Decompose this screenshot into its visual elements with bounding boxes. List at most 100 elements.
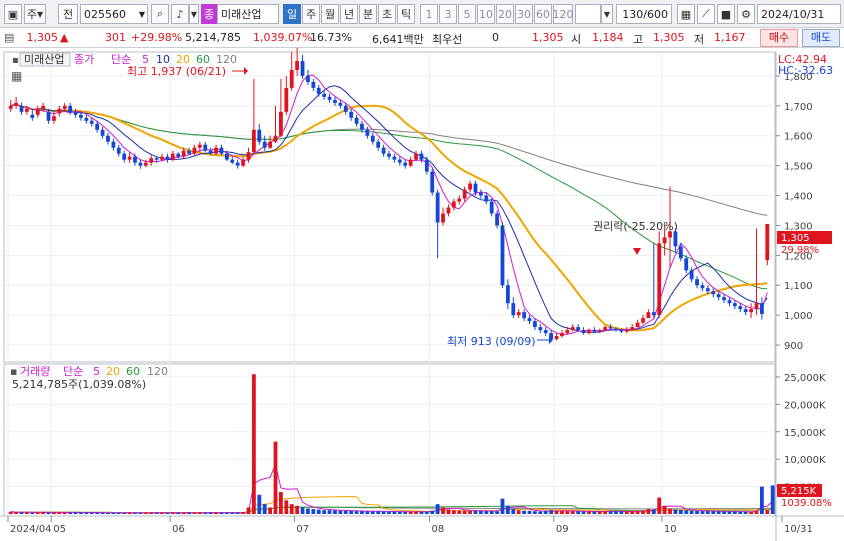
volume-bar bbox=[408, 511, 413, 514]
speaker-icon[interactable]: ♪ bbox=[171, 4, 189, 24]
save-icon[interactable]: ■ bbox=[717, 4, 735, 24]
price-tick-label: 1,100 bbox=[784, 281, 813, 292]
x-tick-label: 05 bbox=[53, 524, 66, 535]
interval-60-button[interactable]: 60 bbox=[534, 4, 552, 24]
candle-body bbox=[295, 60, 300, 70]
candle-body bbox=[446, 207, 451, 214]
speaker-dropdown-icon[interactable]: ▼ bbox=[189, 4, 199, 24]
quote-menu-icon[interactable]: ▤ bbox=[4, 31, 14, 44]
candle-body bbox=[738, 306, 743, 310]
x-tick-label: 10/31 bbox=[784, 524, 813, 535]
interval-dropdown-icon[interactable]: ▼ bbox=[601, 4, 613, 24]
volume-bar bbox=[338, 510, 343, 514]
high-label: 고 bbox=[633, 33, 644, 46]
candle-body bbox=[635, 322, 640, 328]
jeon-button[interactable]: 전 bbox=[58, 4, 78, 24]
turnover-pct: 16.73% bbox=[310, 31, 352, 44]
volume-bar bbox=[392, 511, 397, 514]
volume-bar bbox=[749, 511, 753, 514]
stock-code-input[interactable]: 025560 ▼ bbox=[80, 4, 148, 24]
period-minute-tab[interactable]: 분 bbox=[359, 4, 377, 24]
volume-bar bbox=[462, 510, 467, 514]
candle-body bbox=[727, 300, 732, 304]
volume-bar bbox=[743, 511, 748, 514]
volume-bar bbox=[214, 512, 218, 514]
volume-bar bbox=[435, 504, 440, 514]
gear-icon[interactable]: ⚙ bbox=[737, 4, 755, 24]
volume-bar bbox=[473, 510, 478, 514]
ma-title: 종가 bbox=[74, 53, 94, 66]
x-tick-label: 06 bbox=[172, 524, 185, 535]
volume-bar bbox=[176, 512, 181, 514]
volume-ma-kind: 단순 bbox=[63, 365, 83, 378]
volume-bar bbox=[505, 505, 510, 514]
quote-bar: ▤ 1,305 ▲ 301 +29.98% 5,214,785 1,039.07… bbox=[0, 28, 844, 48]
vol-ma20-label: 20 bbox=[106, 365, 120, 378]
volume-bar bbox=[25, 512, 29, 514]
period-tick-tab[interactable]: 틱 bbox=[397, 4, 415, 24]
candle-body bbox=[538, 327, 543, 331]
last-change-text: 29.98% bbox=[781, 245, 819, 256]
interval-120-button[interactable]: 120 bbox=[553, 4, 574, 24]
type-label: 주 bbox=[26, 8, 37, 21]
display-count-input[interactable]: 130/600 bbox=[616, 4, 672, 24]
volume-bar bbox=[700, 511, 705, 514]
volume-bar bbox=[424, 511, 429, 514]
interval-1-button[interactable]: 1 bbox=[420, 4, 438, 24]
period-day-tab[interactable]: 일 bbox=[283, 4, 301, 24]
volume-bar bbox=[765, 510, 770, 514]
period-week-tab[interactable]: 주 bbox=[302, 4, 320, 24]
sell-button[interactable]: 매도 bbox=[802, 29, 840, 47]
trend-line-icon[interactable]: ⟋ bbox=[697, 4, 715, 24]
interval-5-button[interactable]: 5 bbox=[458, 4, 476, 24]
interval-custom-input[interactable] bbox=[575, 4, 601, 24]
volume-bar bbox=[316, 509, 321, 514]
window-menu-icon[interactable]: ▣ bbox=[4, 4, 22, 24]
candle-body bbox=[349, 111, 354, 118]
candle-body bbox=[435, 192, 440, 223]
chart-window: ▣ 주 ▼ 전 025560 ▼ ⌕ ♪ ▼ 종 미래산업 일 주 월 년 분 초 … bbox=[0, 0, 844, 541]
volume-bar bbox=[624, 511, 629, 514]
volume-bar bbox=[641, 510, 645, 514]
volume-bar bbox=[543, 511, 548, 514]
volume-bar bbox=[716, 511, 721, 514]
price-tick-label: 1,600 bbox=[784, 132, 813, 143]
period-second-tab[interactable]: 초 bbox=[378, 4, 396, 24]
stock-name-field[interactable]: 미래산업 bbox=[217, 4, 279, 24]
candle-body bbox=[651, 312, 656, 316]
date-input[interactable]: 2024/10/31 bbox=[757, 4, 841, 24]
chart-tools-icon[interactable]: ▦ bbox=[677, 4, 695, 24]
volume-bar bbox=[224, 512, 229, 514]
candle-body bbox=[127, 156, 132, 160]
volume-bar bbox=[549, 510, 554, 514]
stock-badge: 종 bbox=[201, 4, 217, 24]
candle-body bbox=[316, 87, 321, 94]
candle-body bbox=[89, 120, 94, 124]
interval-3-button[interactable]: 3 bbox=[439, 4, 457, 24]
candle-body bbox=[662, 237, 667, 244]
volume-bar bbox=[678, 510, 683, 514]
candle-body bbox=[300, 60, 305, 76]
search-icon[interactable]: ⌕ bbox=[151, 4, 169, 24]
candle-body bbox=[489, 201, 494, 214]
volume-bar bbox=[354, 511, 359, 514]
preferred-label: 최우선 bbox=[432, 33, 463, 46]
type-dropdown[interactable]: 주 ▼ bbox=[24, 4, 46, 24]
candle-body bbox=[138, 162, 143, 166]
interval-20-button[interactable]: 20 bbox=[496, 4, 514, 24]
volume-bar bbox=[57, 512, 62, 514]
candle-body bbox=[100, 129, 105, 136]
volume-bar bbox=[133, 512, 137, 514]
volume-bar bbox=[73, 512, 78, 514]
buy-button[interactable]: 매수 bbox=[760, 29, 798, 47]
interval-10-button[interactable]: 10 bbox=[477, 4, 495, 24]
interval-30-button[interactable]: 30 bbox=[515, 4, 533, 24]
period-month-tab[interactable]: 월 bbox=[321, 4, 339, 24]
high-price: 1,305 bbox=[653, 31, 685, 44]
candle-body bbox=[765, 223, 770, 261]
candle-body bbox=[25, 108, 29, 112]
volume-bar bbox=[581, 511, 586, 514]
period-year-tab[interactable]: 년 bbox=[340, 4, 358, 24]
candle-body bbox=[149, 158, 154, 163]
stock-chart[interactable]: 1,8001,7001,6001,5001,4001,3001,2001,100… bbox=[0, 48, 844, 541]
